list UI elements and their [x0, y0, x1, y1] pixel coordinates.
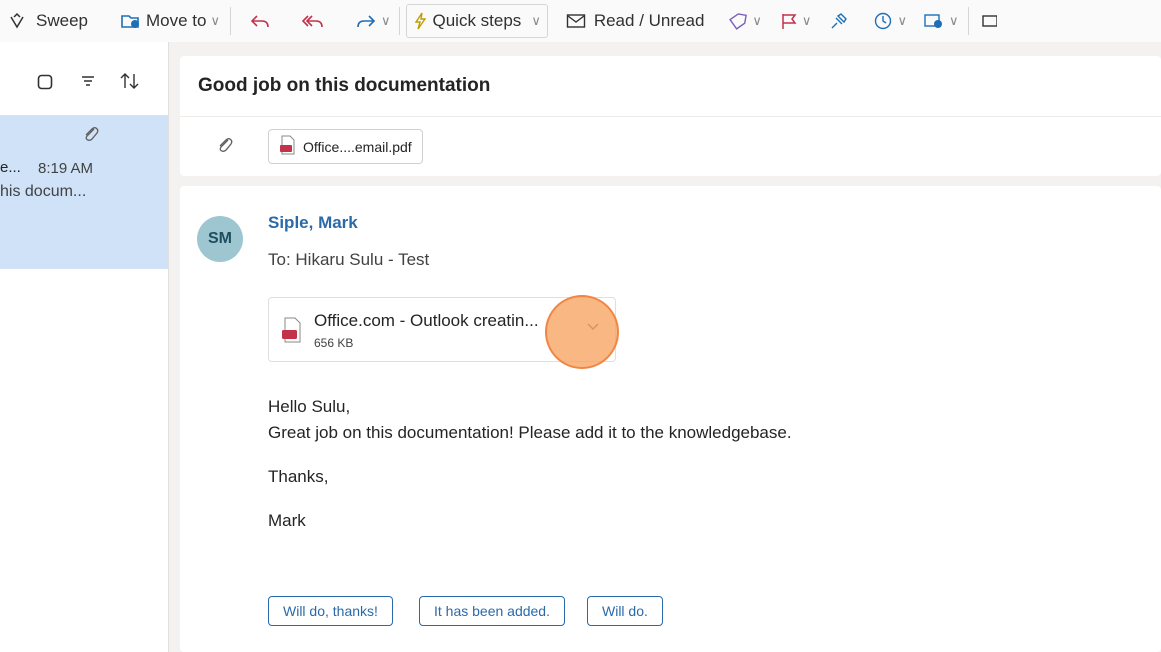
filter-icon[interactable]	[80, 73, 96, 94]
lightning-icon	[413, 12, 427, 30]
flag-button[interactable]: ∨	[780, 0, 812, 42]
toolbar-divider	[229, 7, 231, 35]
read-unread-label: Read / Unread	[593, 11, 705, 30]
message-list: e... 8:19 AM his docum...	[0, 42, 169, 652]
move-to-label: Move to	[145, 11, 207, 30]
email-subject: Good job on this documentation	[198, 75, 491, 96]
message-body: Hello Sulu, Great job on this documentat…	[268, 394, 792, 534]
chevron-down-icon: ∨	[752, 13, 762, 28]
divider	[180, 116, 1161, 117]
chevron-down-icon: ∨	[801, 13, 812, 28]
header-attachment-name: Office....email.pdf	[303, 138, 412, 155]
quick-steps-label: Quick steps	[432, 11, 522, 30]
body-greeting: Hello Sulu,	[268, 397, 351, 416]
forward-icon	[357, 15, 376, 28]
rules-icon	[924, 14, 942, 28]
message-card: SM Siple, Mark To: Hikaru Sulu - Test Of…	[180, 186, 1161, 652]
body-signature: Mark	[268, 511, 306, 530]
sweep-label: Sweep	[36, 11, 88, 30]
subject-card: Good job on this documentation Office...…	[180, 56, 1161, 176]
snooze-button[interactable]: ∨	[873, 0, 907, 42]
quick-reply-button[interactable]: Will do, thanks!	[268, 596, 393, 626]
reply-all-icon	[301, 15, 323, 28]
flag-icon	[782, 14, 797, 29]
message-list-header	[0, 42, 168, 114]
sort-icon[interactable]	[119, 71, 141, 96]
list-item-time: 8:19 AM	[38, 160, 94, 177]
pdf-icon	[281, 317, 303, 348]
sweep-button[interactable]: Sweep	[8, 0, 88, 42]
chevron-down-icon: ∨	[531, 13, 541, 28]
attachment-name: Office.com - Outlook creatin...	[314, 311, 539, 330]
toolbar-divider	[398, 7, 400, 35]
list-item-preview: his docum...	[0, 183, 87, 200]
attachment-icon	[216, 136, 234, 161]
chevron-down-icon: ∨	[210, 13, 220, 28]
clock-icon	[875, 12, 892, 30]
read-unread-button[interactable]: Read / Unread	[566, 0, 705, 42]
body-closing: Thanks,	[268, 467, 329, 486]
reply-icon	[250, 15, 269, 28]
rules-button[interactable]: ∨	[923, 0, 959, 42]
quick-reply-button[interactable]: It has been added.	[419, 596, 565, 626]
pin-icon	[831, 13, 848, 29]
pin-button[interactable]	[829, 0, 849, 42]
list-item-sender: e...	[0, 159, 21, 176]
select-all-checkbox-icon[interactable]	[37, 74, 53, 95]
tag-icon	[729, 13, 748, 30]
recipient-line: To: Hikaru Sulu - Test	[268, 250, 430, 269]
attachment-size: 656 KB	[314, 336, 354, 350]
sender-name[interactable]: Siple, Mark	[268, 213, 358, 233]
chevron-down-icon: ∨	[380, 13, 391, 28]
chevron-down-icon: ∨	[897, 13, 907, 28]
more-options-button[interactable]	[981, 0, 998, 42]
list-item-selected[interactable]: e... 8:19 AM his docum...	[0, 115, 168, 269]
quick-reply-button[interactable]: Will do.	[587, 596, 663, 626]
forward-button[interactable]: ∨	[355, 0, 391, 42]
quick-steps-button[interactable]: Quick steps ∨	[405, 4, 548, 38]
chevron-down-icon: ∨	[948, 13, 959, 28]
categorize-button[interactable]: ∨	[728, 0, 762, 42]
avatar[interactable]: SM	[197, 216, 243, 262]
pdf-icon	[279, 135, 297, 158]
toolbar-divider	[968, 7, 970, 35]
attachment-menu-chevron-icon[interactable]	[585, 318, 601, 339]
reply-all-button[interactable]	[301, 0, 325, 42]
sweep-icon	[8, 12, 26, 30]
attachment-icon	[82, 125, 100, 150]
ribbon-toolbar: Sweep Move to ∨ ∨ Quick steps ∨ Read / U…	[0, 0, 1161, 42]
envelope-icon	[566, 13, 586, 29]
window-icon	[982, 15, 998, 27]
move-to-icon	[120, 12, 142, 30]
attachment-card[interactable]: Office.com - Outlook creatin... 656 KB	[268, 297, 616, 362]
header-attachment-chip[interactable]: Office....email.pdf	[268, 129, 423, 164]
reply-button[interactable]	[249, 0, 271, 42]
move-to-button[interactable]: Move to ∨	[120, 0, 220, 42]
body-line: Great job on this documentation! Please …	[268, 423, 792, 442]
